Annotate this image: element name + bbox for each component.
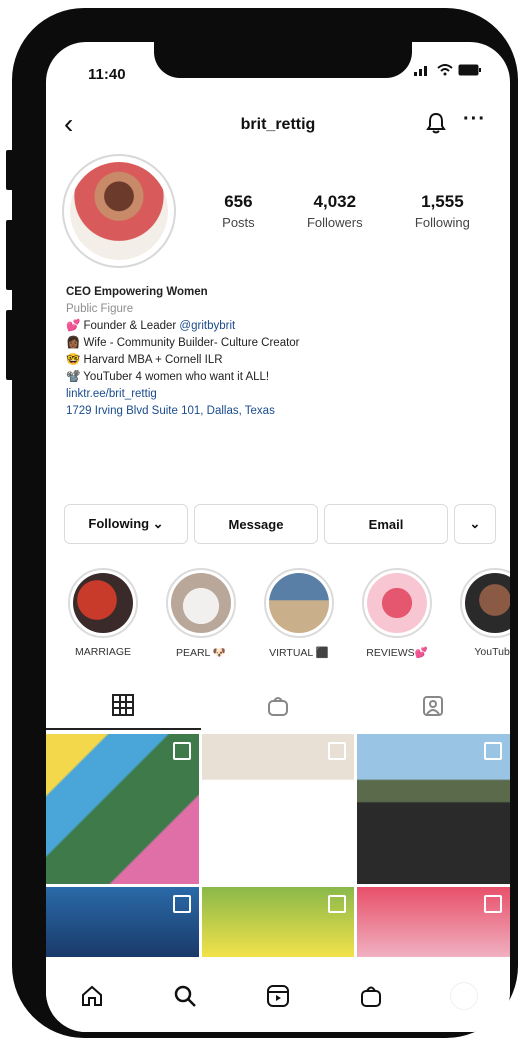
bell-icon[interactable] bbox=[426, 112, 446, 139]
highlight-label: YouTube bbox=[474, 646, 510, 658]
bio-mention[interactable]: @gritbybrit bbox=[179, 320, 235, 332]
bio-line: 📽️ YouTuber 4 women who want it ALL! bbox=[66, 371, 270, 383]
tab-shop[interactable] bbox=[201, 682, 356, 730]
highlight-label: VIRTUAL ⬛ bbox=[269, 647, 329, 659]
status-icons bbox=[414, 64, 482, 76]
shop-bag-icon bbox=[268, 697, 288, 716]
highlight-cover bbox=[73, 573, 133, 633]
phone-notch bbox=[154, 42, 412, 78]
highlight-ring bbox=[68, 568, 138, 638]
message-button[interactable]: Message bbox=[194, 504, 318, 544]
highlight-cover bbox=[465, 573, 510, 633]
avatar-photo bbox=[70, 162, 168, 260]
highlight-pearl[interactable]: PEARL 🐶 bbox=[158, 568, 244, 659]
highlight-virtual[interactable]: VIRTUAL ⬛ bbox=[256, 568, 342, 659]
stat-posts[interactable]: 656 Posts bbox=[222, 192, 255, 230]
highlight-label: MARRIAGE bbox=[74, 646, 131, 658]
multi-post-icon bbox=[328, 742, 347, 760]
profile-bio: CEO Empowering Women Public Figure 💕 Fou… bbox=[66, 284, 496, 420]
bio-link[interactable]: linktr.ee/brit_rettig bbox=[66, 386, 496, 403]
search-icon bbox=[174, 985, 197, 1007]
posts-grid bbox=[46, 734, 510, 957]
battery-icon bbox=[458, 64, 481, 76]
profile-tabs bbox=[46, 682, 510, 730]
app-screen: 11:40 ‹ brit_rettig ··· 656 Posts 4,032 bbox=[46, 42, 510, 1032]
email-button[interactable]: Email bbox=[324, 504, 448, 544]
nav-home[interactable] bbox=[77, 981, 107, 1011]
highlight-ring bbox=[166, 568, 236, 638]
profile-avatar[interactable] bbox=[62, 154, 176, 268]
stat-value: 4,032 bbox=[313, 192, 357, 211]
post-thumbnail[interactable] bbox=[46, 887, 199, 957]
stat-label: Following bbox=[414, 215, 470, 230]
highlight-youtube[interactable]: YouTube bbox=[452, 568, 510, 659]
bio-name: CEO Empowering Women bbox=[66, 286, 208, 298]
multi-post-icon bbox=[484, 742, 502, 760]
post-thumbnail[interactable] bbox=[357, 887, 510, 957]
highlight-ring bbox=[460, 568, 510, 638]
post-thumbnail[interactable] bbox=[201, 887, 355, 957]
profile-nav-avatar bbox=[449, 982, 478, 1010]
tagged-person-icon bbox=[422, 696, 443, 716]
profile-stats: 656 Posts 4,032 Followers 1,555 Followin… bbox=[196, 192, 496, 230]
grid-icon bbox=[112, 694, 135, 716]
nav-reels[interactable] bbox=[263, 981, 293, 1011]
tab-grid[interactable] bbox=[46, 682, 201, 730]
more-options-icon[interactable]: ··· bbox=[463, 108, 486, 131]
post-thumbnail[interactable] bbox=[46, 734, 199, 884]
bio-line: 👩🏾 Wife - Community Builder- Culture Cre… bbox=[66, 337, 300, 349]
bio-address[interactable]: 1729 Irving Blvd Suite 101, Dallas, Texa… bbox=[66, 403, 496, 420]
signal-icon bbox=[414, 66, 427, 76]
highlight-cover bbox=[367, 573, 427, 633]
highlight-marriage[interactable]: MARRIAGE bbox=[60, 568, 146, 659]
story-highlights: MARRIAGE PEARL 🐶 VIRTUAL ⬛ REVIEWS💕 YouT… bbox=[46, 568, 510, 659]
reels-icon bbox=[266, 985, 289, 1007]
bottom-navigation bbox=[46, 968, 510, 1032]
highlight-ring bbox=[264, 568, 334, 638]
highlight-label: REVIEWS💕 bbox=[366, 647, 428, 659]
stat-label: Followers bbox=[306, 215, 363, 230]
post-thumbnail[interactable] bbox=[201, 734, 355, 884]
status-time: 11:40 bbox=[88, 66, 126, 83]
bio-line: 🤓 Harvard MBA + Cornell ILR bbox=[66, 354, 223, 366]
bio-line: 💕 Founder & Leader @gritbybrit bbox=[66, 320, 236, 332]
wifi-icon bbox=[437, 64, 453, 76]
nav-shop[interactable] bbox=[356, 981, 386, 1011]
highlight-label: PEARL 🐶 bbox=[175, 647, 227, 659]
following-button[interactable]: Following ⌄ bbox=[64, 504, 188, 544]
multi-post-icon bbox=[328, 895, 347, 913]
highlight-ring bbox=[362, 568, 432, 638]
nav-profile[interactable] bbox=[449, 981, 479, 1011]
phone-frame: 11:40 ‹ brit_rettig ··· 656 Posts 4,032 bbox=[12, 8, 518, 1038]
stat-following[interactable]: 1,555 Following bbox=[415, 192, 470, 230]
nav-search[interactable] bbox=[170, 981, 200, 1011]
stat-value: 656 bbox=[224, 192, 253, 211]
profile-actions: Following ⌄ Message Email ⌄ bbox=[64, 504, 496, 544]
stat-label: Posts bbox=[222, 215, 255, 230]
highlight-cover bbox=[171, 573, 231, 633]
tab-tagged[interactable] bbox=[355, 682, 510, 730]
bio-category: Public Figure bbox=[66, 303, 134, 315]
shop-bag-icon bbox=[360, 986, 381, 1007]
home-icon bbox=[82, 985, 103, 1006]
profile-header: ‹ brit_rettig ··· bbox=[46, 102, 510, 148]
stat-value: 1,555 bbox=[421, 192, 464, 211]
multi-post-icon bbox=[172, 895, 191, 913]
highlight-cover bbox=[269, 573, 329, 633]
multi-post-icon bbox=[484, 895, 502, 913]
multi-post-icon bbox=[172, 742, 191, 760]
suggested-dropdown-button[interactable]: ⌄ bbox=[454, 504, 496, 544]
highlight-reviews[interactable]: REVIEWS💕 bbox=[354, 568, 440, 659]
post-thumbnail[interactable] bbox=[357, 734, 510, 884]
stat-followers[interactable]: 4,032 Followers bbox=[307, 192, 363, 230]
